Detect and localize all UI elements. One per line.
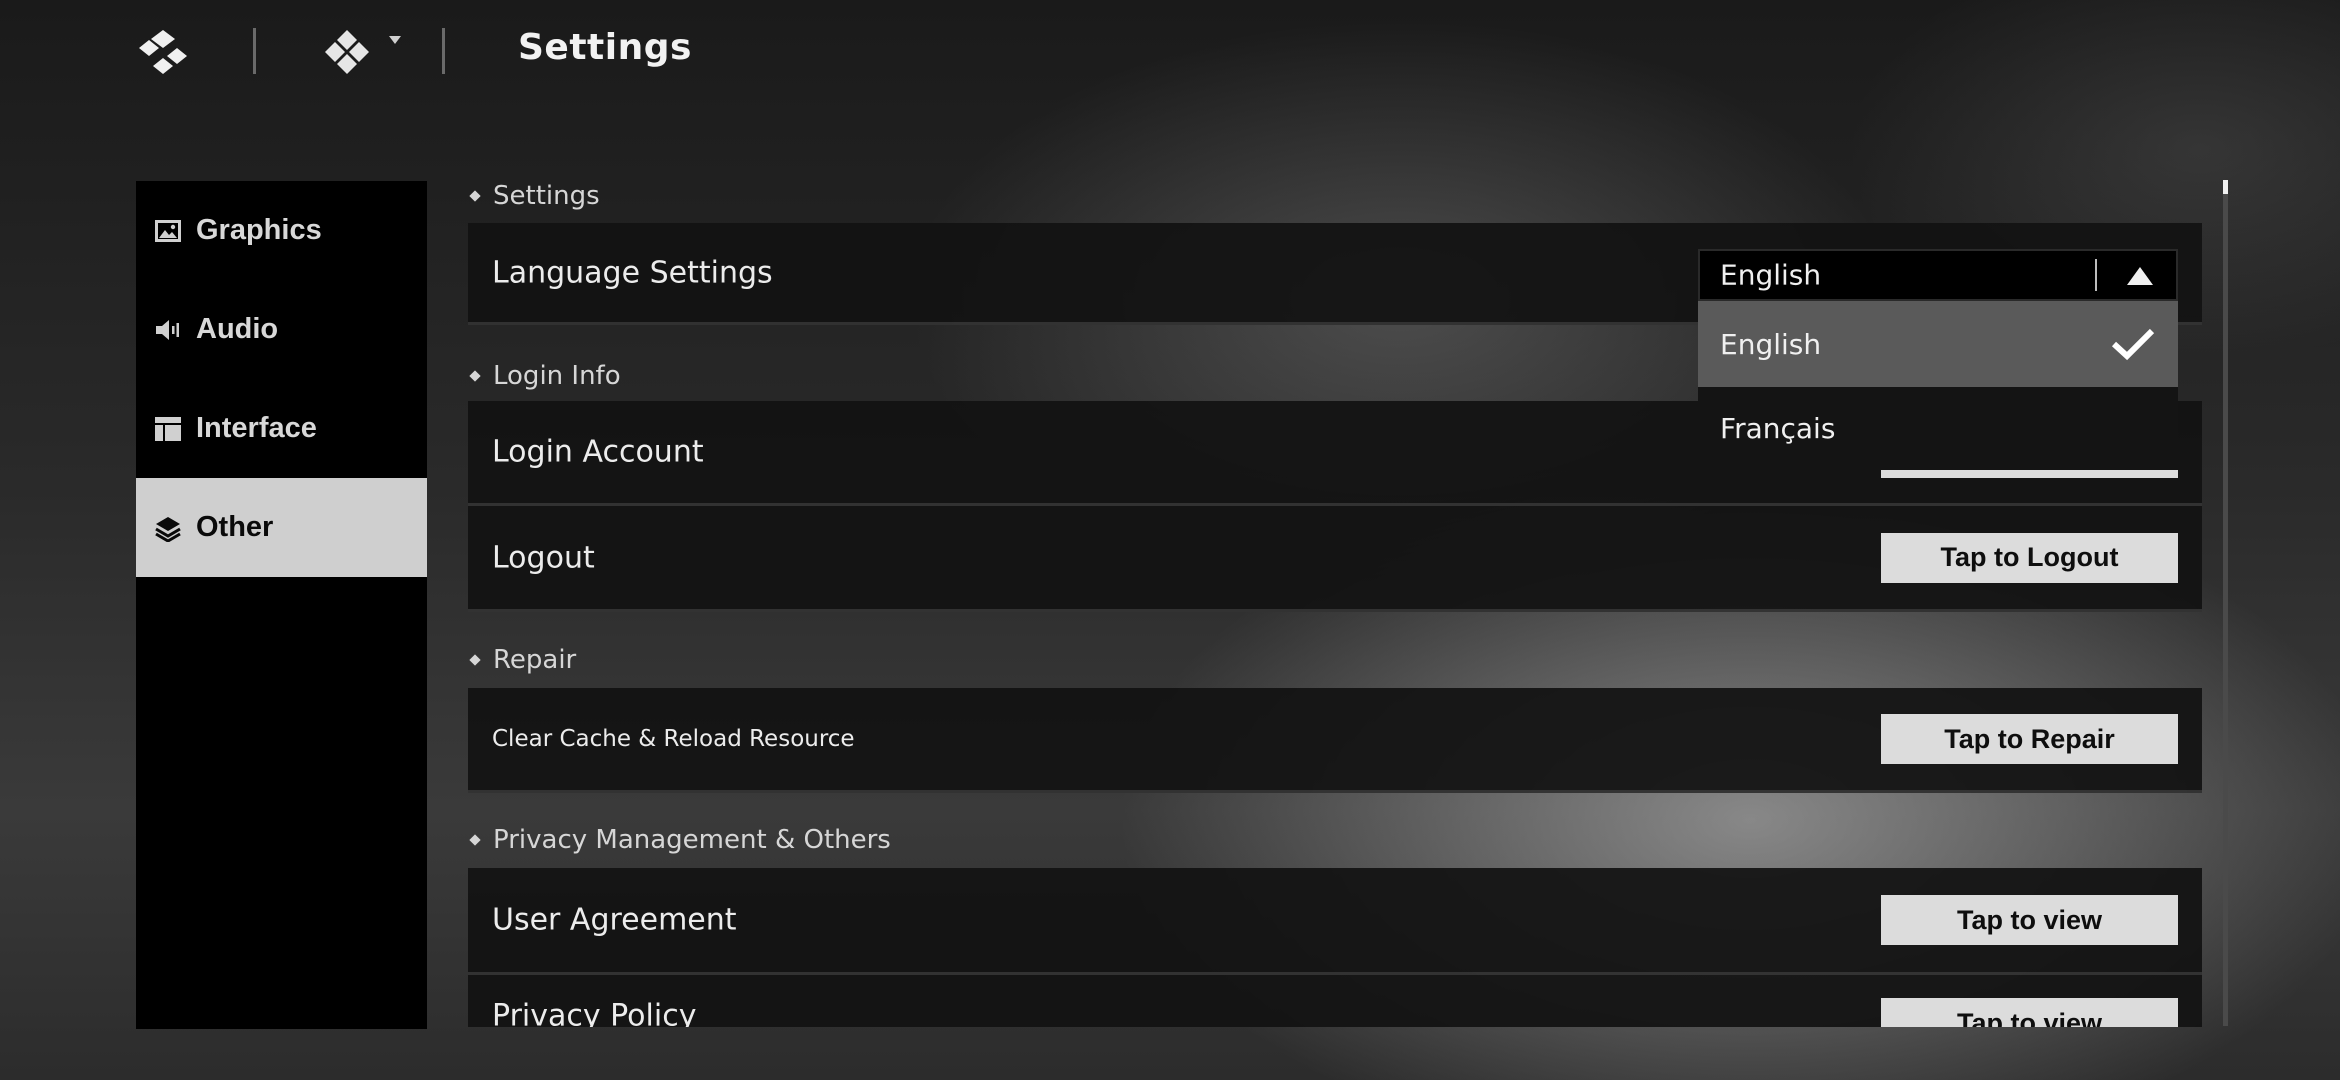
option-label: English [1720,327,1822,361]
sidebar-item-graphics[interactable]: Graphics [136,181,427,280]
section-heading-label: Privacy Management & Others [493,825,891,855]
layers-icon [155,516,181,542]
checkmark-icon [2111,328,2155,361]
setting-row-logout: Logout Tap to Logout [468,506,2202,612]
language-select[interactable]: English [1698,249,2178,301]
diamond-logo-icon[interactable] [137,28,189,76]
sidebar-item-audio[interactable]: Audio [136,280,427,379]
sidebar-item-label: Interface [196,412,317,444]
user-agreement-view-button[interactable]: Tap to view [1881,895,2178,945]
bullet-diamond-icon [469,654,481,666]
sidebar-item-other[interactable]: Other [136,478,427,577]
language-dropdown: English English Français [1698,249,2178,470]
caret-up-icon [2127,267,2153,285]
setting-row-user-agreement: User Agreement Tap to view [468,868,2202,975]
setting-label: Logout [492,540,595,575]
section-heading-settings: Settings [468,181,600,211]
page-title: Settings [518,27,692,68]
option-label: Français [1720,412,1836,445]
sidebar-item-label: Graphics [196,214,322,246]
setting-row-privacy-policy: Privacy Policy Tap to view [468,975,2202,1027]
section-heading-privacy: Privacy Management & Others [468,825,891,855]
setting-label: Login Account [492,434,704,470]
privacy-policy-view-button[interactable]: Tap to view [1881,998,2178,1027]
header-divider [253,28,256,74]
caret-down-icon[interactable] [389,36,401,44]
section-heading-label: Settings [493,181,600,211]
section-heading-label: Login Info [493,361,621,391]
section-heading-repair: Repair [468,645,576,675]
setting-label: Language Settings [492,255,773,290]
language-option-francais[interactable]: Français [1698,387,2178,470]
speaker-icon [156,319,179,340]
content-scrollbar[interactable] [2223,180,2228,1026]
four-diamond-icon[interactable] [322,28,372,78]
header-divider [442,28,445,74]
setting-label: Clear Cache & Reload Resource [492,726,855,752]
sidebar-item-interface[interactable]: Interface [136,379,427,478]
bullet-diamond-icon [469,370,481,382]
language-select-value: English [1720,258,1822,292]
scrollbar-thumb[interactable] [2223,180,2228,194]
select-divider [2095,259,2097,291]
repair-button[interactable]: Tap to Repair [1881,714,2178,764]
setting-label: Privacy Policy [492,998,697,1028]
section-heading-login-info: Login Info [468,361,621,391]
sidebar-item-label: Other [196,511,274,543]
language-option-english[interactable]: English [1698,301,2178,387]
image-icon [155,219,181,242]
layout-icon [155,416,181,441]
settings-sidebar: Graphics Audio Interface Other [136,181,427,1029]
logout-button[interactable]: Tap to Logout [1881,532,2178,583]
top-bar: Settings [0,0,2340,104]
section-heading-label: Repair [493,645,577,675]
setting-label: User Agreement [492,902,737,938]
sidebar-item-label: Audio [196,313,279,345]
language-options-list: English Français [1698,301,2178,470]
setting-row-clear-cache: Clear Cache & Reload Resource Tap to Rep… [468,688,2202,793]
bullet-diamond-icon [469,190,481,202]
bullet-diamond-icon [469,834,481,846]
